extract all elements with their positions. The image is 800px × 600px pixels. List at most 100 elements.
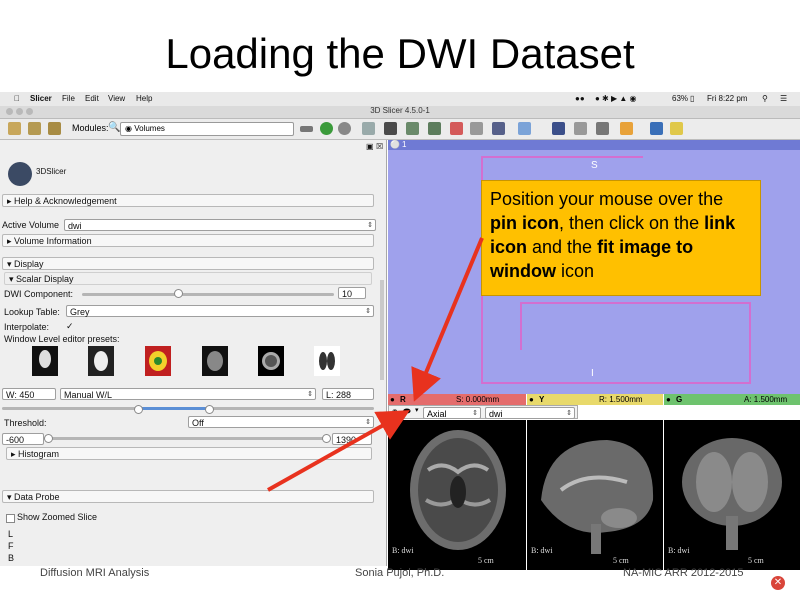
active-volume-selector[interactable]: dwi ⇕	[64, 219, 376, 231]
models-module-icon[interactable]	[406, 122, 419, 135]
preset-pet-icon[interactable]	[145, 346, 171, 376]
window-level-mode-selector[interactable]: Manual W/L ⇕	[60, 388, 316, 400]
load-dicom-icon[interactable]	[28, 122, 41, 135]
back-module-icon[interactable]	[320, 122, 333, 135]
close-window-button[interactable]	[6, 108, 13, 115]
slide-title: Loading the DWI Dataset	[165, 30, 635, 77]
mouse-mode-icon[interactable]	[596, 122, 609, 135]
window-level-max-handle[interactable]	[205, 405, 214, 414]
close-icon[interactable]: ✕	[771, 576, 785, 590]
menu-help[interactable]: Help	[136, 94, 152, 103]
module-history-icon[interactable]	[300, 126, 313, 132]
footer-center: Sonia Pujol, Ph.D.	[355, 567, 445, 579]
volume-info-label: Volume Information	[14, 236, 92, 246]
markups-module-icon[interactable]	[450, 122, 463, 135]
threshold-min-handle[interactable]	[44, 434, 53, 443]
green-slice-pin-icon[interactable]: ●	[666, 394, 671, 405]
data-probe-section-header[interactable]: ▾ Data Probe	[2, 490, 374, 503]
green-slice-letter: G	[676, 395, 683, 404]
threshold-min-spinbox[interactable]: -600	[2, 433, 44, 445]
help-section-header[interactable]: ▸ Help & Acknowledgement	[2, 194, 374, 207]
yellow-slice-pin-icon[interactable]: ●	[529, 394, 534, 405]
zoom-window-button[interactable]	[26, 108, 33, 115]
preset-ct-lung-icon[interactable]	[314, 346, 340, 376]
show-zoomed-slice-checkbox[interactable]	[6, 514, 15, 523]
window-spinbox[interactable]: W: 450	[2, 388, 56, 400]
window-level-range-fill	[138, 407, 210, 410]
scalar-display-header[interactable]: ▾ Scalar Display	[4, 272, 372, 285]
yellow-slice-view[interactable]: B: dwi 5 cm	[527, 420, 663, 570]
layout-icon[interactable]	[492, 122, 505, 135]
preset-ct-air-icon[interactable]	[88, 346, 114, 376]
window-level-min-handle[interactable]	[134, 405, 143, 414]
dwi-component-slider-handle[interactable]	[173, 289, 183, 298]
chevron-down-icon[interactable]: ▾	[415, 406, 419, 414]
preset-ct-abdomen-icon[interactable]	[202, 346, 228, 376]
interpolate-checkbox[interactable]: ✓	[66, 321, 74, 332]
scene-view-icon[interactable]	[574, 122, 587, 135]
extension-manager-icon[interactable]	[650, 122, 663, 135]
screenshot-icon[interactable]	[552, 122, 565, 135]
callout-bold-pin: pin icon	[490, 213, 559, 233]
dwi-component-label: DWI Component:	[4, 289, 74, 299]
minimize-window-button[interactable]	[16, 108, 23, 115]
dwi-component-slider[interactable]	[82, 293, 334, 296]
battery-icon[interactable]: ▯	[690, 94, 694, 103]
threshold-mode-value: Off	[192, 418, 204, 428]
editor-module-icon[interactable]	[470, 122, 483, 135]
menu-list-icon[interactable]: ☰	[780, 94, 787, 103]
slice-volume-selector[interactable]: dwi ⇕	[485, 407, 575, 419]
panel-scrollbar[interactable]	[380, 280, 384, 380]
search-icon[interactable]: ⚲	[762, 94, 768, 103]
threshold-max-handle[interactable]	[322, 434, 331, 443]
green-slice-bar[interactable]: ● G A: 1.500mm	[664, 394, 800, 405]
threshold-range-slider[interactable]	[48, 437, 328, 440]
histogram-label: Histogram	[18, 449, 60, 459]
red-slice-pin-icon[interactable]: ●	[390, 394, 395, 405]
menu-view[interactable]: View	[108, 94, 125, 103]
yellow-slice-letter: Y	[539, 395, 545, 404]
green-slice-offset: A: 1.500mm	[744, 395, 788, 404]
panel-float-icon[interactable]: ▣	[366, 142, 374, 151]
module-selector[interactable]: ◉ Volumes	[120, 122, 294, 136]
apple-icon[interactable]: 	[14, 94, 20, 103]
save-icon[interactable]	[48, 122, 61, 135]
threshold-mode-selector[interactable]: Off ⇕	[188, 416, 374, 428]
eye-icon[interactable]: ⬬	[403, 406, 411, 417]
view3d-pin-icon[interactable]: ⚪	[390, 140, 400, 149]
place-fiducial-icon[interactable]	[620, 122, 633, 135]
yellow-slice-bar[interactable]: ● Y R: 1.500mm	[527, 394, 663, 405]
level-spinbox[interactable]: L: 288	[322, 388, 374, 400]
orientation-selector[interactable]: Axial ⇕	[423, 407, 481, 419]
display-section-header[interactable]: ▾ Display	[2, 257, 374, 270]
green-slice-scale: 5 cm	[748, 556, 764, 565]
crosshair-up-icon[interactable]	[518, 122, 531, 135]
green-slice-view[interactable]: B: dwi 5 cm	[664, 420, 800, 570]
menu-app-name[interactable]: Slicer	[30, 94, 52, 103]
dwi-component-spinbox[interactable]: 10	[338, 287, 366, 299]
load-data-icon[interactable]	[8, 122, 21, 135]
lookup-table-selector[interactable]: Grey ⇕	[66, 305, 374, 317]
forward-module-icon[interactable]	[338, 122, 351, 135]
preset-ct-bone-icon[interactable]	[32, 346, 58, 376]
data-module-icon[interactable]	[362, 122, 375, 135]
menu-edit[interactable]: Edit	[85, 94, 99, 103]
red-slice-bar[interactable]: ● R S: 0.000mm	[388, 394, 526, 405]
menubar-clock[interactable]: Fri 8:22 pm	[707, 94, 747, 103]
python-icon[interactable]	[670, 122, 683, 135]
volume-info-section-header[interactable]: ▸ Volume Information	[2, 234, 374, 247]
red-slice-view[interactable]: B: dwi 5 cm	[388, 420, 526, 570]
transforms-module-icon[interactable]	[428, 122, 441, 135]
histogram-section-header[interactable]: ▸ Histogram	[6, 447, 372, 460]
threshold-max-spinbox[interactable]: 1390	[332, 433, 372, 445]
volumes-module-icon[interactable]	[384, 122, 397, 135]
status-icons[interactable]: ● ✱ ▶ ▲ ◉	[595, 94, 636, 103]
module-search-icon[interactable]: 🔍	[108, 122, 120, 133]
link-icon[interactable]: ⚭	[391, 406, 399, 417]
instruction-callout: Position your mouse over the pin icon, t…	[481, 180, 761, 296]
menu-file[interactable]: File	[62, 94, 75, 103]
show-zoomed-slice-label: Show Zoomed Slice	[17, 512, 98, 522]
panel-close-icon[interactable]: ☒	[376, 142, 383, 151]
preset-ct-brain-icon[interactable]	[258, 346, 284, 376]
wechat-icon[interactable]: ●●	[575, 94, 585, 103]
